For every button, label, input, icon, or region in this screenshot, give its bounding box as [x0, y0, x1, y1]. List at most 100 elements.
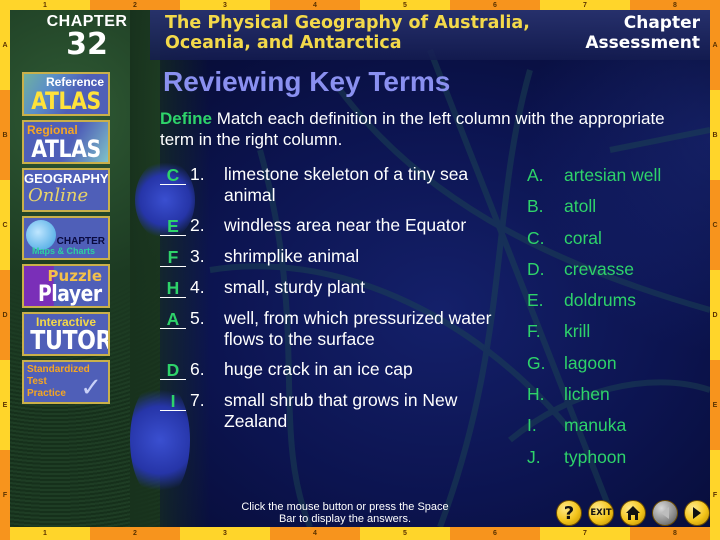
term-row: I. manuka: [527, 414, 697, 445]
frame-ruler-bottom: 1 2 3 4 5 6 7 8: [0, 527, 720, 540]
chapter-number: 32: [66, 27, 108, 62]
instruction-label: Define: [160, 109, 212, 128]
definition-text: well, from which pressurized water flows…: [224, 308, 492, 349]
definition-row: A 5. well, from which pressurized water …: [160, 308, 520, 349]
ruler-col: 6: [450, 0, 540, 10]
regional-atlas-button[interactable]: Regional ATLAS: [22, 120, 110, 164]
sidebar: Reference ATLAS Regional ATLAS GEOGRAPHY…: [22, 72, 110, 408]
ruler-col: 4: [270, 0, 360, 10]
ruler-col: 7: [540, 0, 630, 10]
home-button[interactable]: [620, 500, 646, 526]
ruler-col: 3: [180, 0, 270, 10]
definition-row: C 1. limestone skeleton of a tiny sea an…: [160, 164, 520, 205]
term-row: E. doldrums: [527, 289, 697, 320]
standardized-test-practice-button[interactable]: Standardized Test Practice ✓: [22, 360, 110, 404]
ruler-col: 8: [630, 527, 720, 540]
definition-number: 3.: [190, 246, 205, 266]
instruction-text: Match each definition in the left column…: [160, 109, 665, 149]
definition-number: 6.: [190, 359, 205, 379]
ruler-row: D: [0, 270, 10, 360]
term-text: lichen: [564, 384, 610, 405]
term-text: lagoon: [564, 352, 617, 373]
term-letter: G.: [527, 352, 546, 373]
definition-text: windless area near the Equator: [224, 215, 467, 235]
ruler-col: 5: [360, 0, 450, 10]
reference-atlas-button[interactable]: Reference ATLAS: [22, 72, 110, 116]
ruler-col: 1: [0, 0, 90, 10]
chapter-title: The Physical Geography of Australia, Oce…: [165, 13, 530, 53]
definition-row: F 3. shrimplike animal: [160, 246, 520, 267]
answer-blank: A: [160, 309, 186, 329]
term-text: crevasse: [564, 258, 635, 279]
puzzle-player-button[interactable]: Puzzle Player: [22, 264, 110, 308]
answer-blank: E: [160, 216, 186, 236]
checkmark-icon: ✓: [80, 372, 102, 402]
ruler-row: F: [710, 450, 720, 540]
term-letter: B.: [527, 196, 544, 217]
geography-online-label: GEOGRAPHY: [24, 171, 109, 186]
ruler-col: 8: [630, 0, 720, 10]
frame-ruler-right: A B C D E F: [710, 0, 720, 540]
term-letter: C.: [527, 227, 545, 248]
definition-text: huge crack in an ice cap: [224, 359, 413, 379]
answer-blank: C: [160, 165, 186, 185]
term-text: typhoon: [564, 446, 627, 467]
term-row: H. lichen: [527, 383, 697, 414]
answer-blank: F: [160, 247, 186, 267]
terms-list: A. artesian well B. atoll C. coral D. crevas…: [527, 164, 697, 477]
interactive-tutor-label-big: TUTOR: [30, 326, 110, 356]
term-text: atoll: [564, 196, 597, 217]
term-row: J. typhoon: [527, 446, 697, 477]
term-letter: A.: [527, 165, 544, 185]
term-row: A. artesian well: [527, 164, 697, 195]
chapter-title-line1: The Physical Geography of Australia,: [165, 13, 530, 33]
puzzle-player-label-big: Player: [37, 282, 102, 307]
definition-text: small shrub that grows in New Zealand: [224, 390, 458, 431]
ruler-col: 2: [90, 527, 180, 540]
regional-atlas-label-big: ATLAS: [31, 135, 101, 163]
page-title: Reviewing Key Terms: [163, 66, 451, 97]
navigation-buttons: ? EXIT: [556, 500, 710, 526]
back-button[interactable]: [652, 500, 678, 526]
ruler-row: C: [0, 180, 10, 270]
section-title: Chapter Assessment: [585, 13, 700, 53]
help-button[interactable]: ?: [556, 500, 582, 526]
term-letter: I.: [527, 415, 537, 436]
geography-online-script: Online: [28, 185, 89, 206]
answer-blank: D: [160, 360, 186, 380]
maps-charts-label: Maps & Charts: [32, 246, 96, 256]
ruler-row: A: [0, 0, 10, 90]
frame-ruler-left: A B C D E F: [0, 0, 10, 540]
definition-row: E 2. windless area near the Equator: [160, 215, 520, 236]
definitions-list: C 1. limestone skeleton of a tiny sea an…: [160, 164, 520, 431]
interactive-tutor-button[interactable]: Interactive TUTOR: [22, 312, 110, 356]
term-text: manuka: [564, 415, 627, 436]
section-title-line2: Assessment: [585, 33, 700, 53]
chapter-maps-charts-button[interactable]: CHAPTER Maps & Charts: [22, 216, 110, 260]
question-icon: ?: [563, 502, 575, 524]
std-line2: Test: [27, 376, 47, 387]
definition-number: 1.: [190, 164, 205, 184]
exit-button[interactable]: EXIT: [588, 500, 614, 526]
definition-row: I 7. small shrub that grows in New Zeala…: [160, 390, 520, 431]
term-row: F. krill: [527, 320, 697, 351]
reference-atlas-label-big: ATLAS: [31, 87, 101, 115]
term-letter: F.: [527, 321, 541, 342]
ruler-row: F: [0, 450, 10, 540]
forward-button[interactable]: [684, 500, 710, 526]
ruler-row: B: [710, 90, 720, 180]
ruler-col: 7: [540, 527, 630, 540]
exit-icon: EXIT: [590, 508, 612, 518]
term-letter: H.: [527, 384, 545, 405]
section-title-line1: Chapter: [623, 13, 700, 33]
ruler-row: A: [710, 0, 720, 90]
term-row: D. crevasse: [527, 258, 697, 289]
term-letter: E.: [527, 290, 544, 311]
geography-online-button[interactable]: GEOGRAPHY Online: [22, 168, 110, 212]
answer-blank: H: [160, 278, 186, 298]
ruler-row: C: [710, 180, 720, 270]
header: CHAPTER 32 The Physical Geography of Aus…: [10, 10, 710, 60]
forward-arrow-icon: [693, 507, 701, 519]
ruler-col: 3: [180, 527, 270, 540]
back-arrow-icon: [661, 507, 669, 519]
